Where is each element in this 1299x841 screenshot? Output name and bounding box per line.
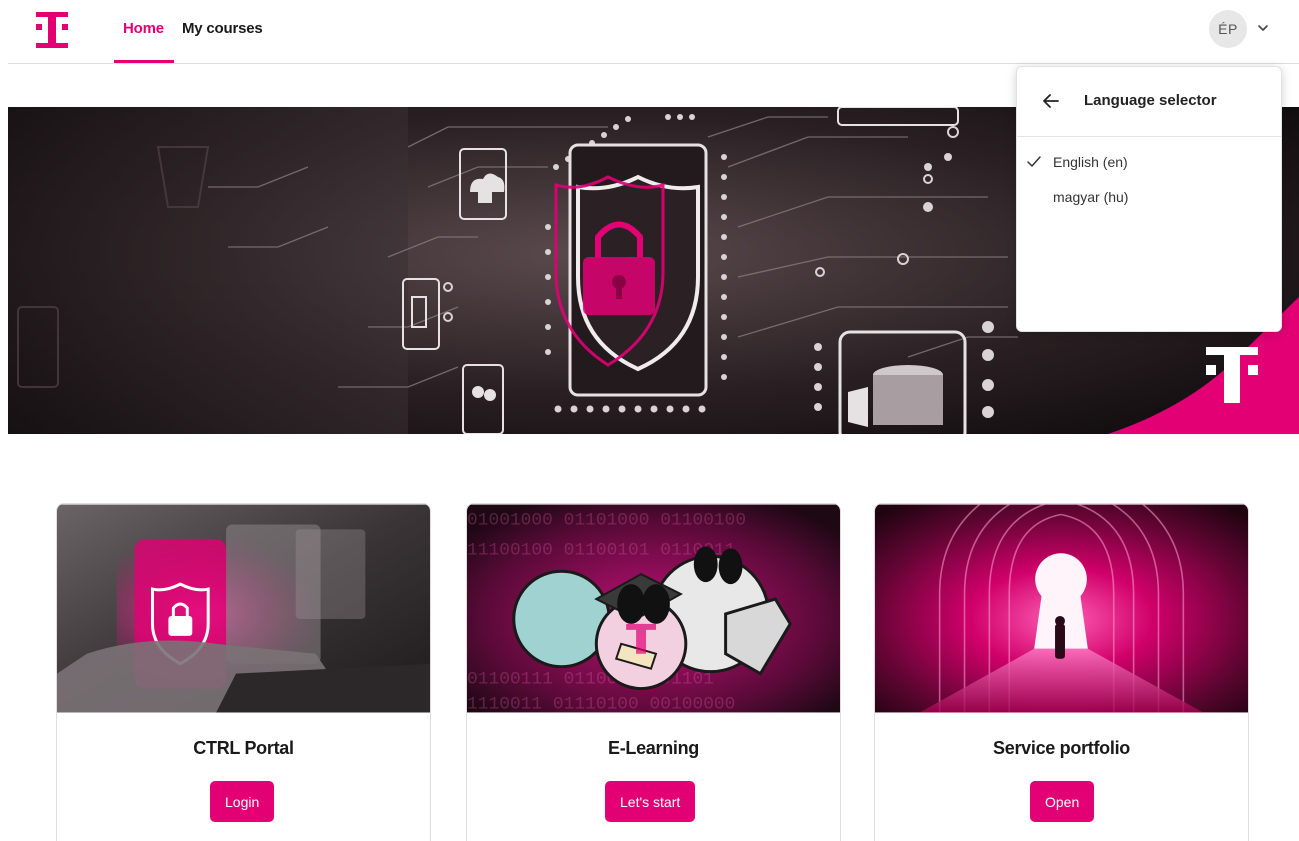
card-service-portfolio: Service portfolio Open <box>874 503 1249 841</box>
login-button[interactable]: Login <box>210 781 275 822</box>
ctrl-portal-image <box>57 504 430 713</box>
card-e-learning: 01001000 01101000 01100100 11100100 0110… <box>466 503 841 841</box>
service-portfolio-image <box>875 504 1248 713</box>
card-ctrl-portal: CTRL Portal Login <box>56 503 431 841</box>
language-selector-title: Language selector <box>1084 92 1217 109</box>
chevron-down-icon[interactable] <box>1256 18 1270 38</box>
telekom-logo-icon[interactable] <box>36 12 68 48</box>
card-title: CTRL Portal <box>193 738 294 758</box>
user-avatar[interactable]: ÉP <box>1209 10 1247 48</box>
card-title: E-Learning <box>607 738 699 758</box>
open-button[interactable]: Open <box>1030 781 1095 822</box>
check-icon <box>1027 156 1041 167</box>
e-learning-image: 01001000 01101000 01100100 11100100 0110… <box>467 504 840 713</box>
language-selector-dropdown: Language selector English (en) magyar (h… <box>1016 66 1282 332</box>
nav-my-courses[interactable]: My courses <box>182 20 263 37</box>
svg-text:01001000 01101000 01100100: 01001000 01101000 01100100 <box>467 510 746 530</box>
lets-start-button[interactable]: Let's start <box>605 781 696 822</box>
language-option-english[interactable]: English (en) <box>1053 154 1128 170</box>
language-option-magyar[interactable]: magyar (hu) <box>1053 189 1128 205</box>
language-selector-header: Language selector <box>1017 67 1281 137</box>
nav-home[interactable]: Home <box>123 20 164 37</box>
card-title: Service portfolio <box>993 738 1130 758</box>
svg-text:1110011 01110100 00100000: 1110011 01110100 00100000 <box>467 694 735 713</box>
arrow-left-icon[interactable] <box>1041 91 1061 111</box>
top-navigation: Home My courses ÉP <box>8 0 1299 64</box>
active-tab-indicator <box>114 60 174 63</box>
